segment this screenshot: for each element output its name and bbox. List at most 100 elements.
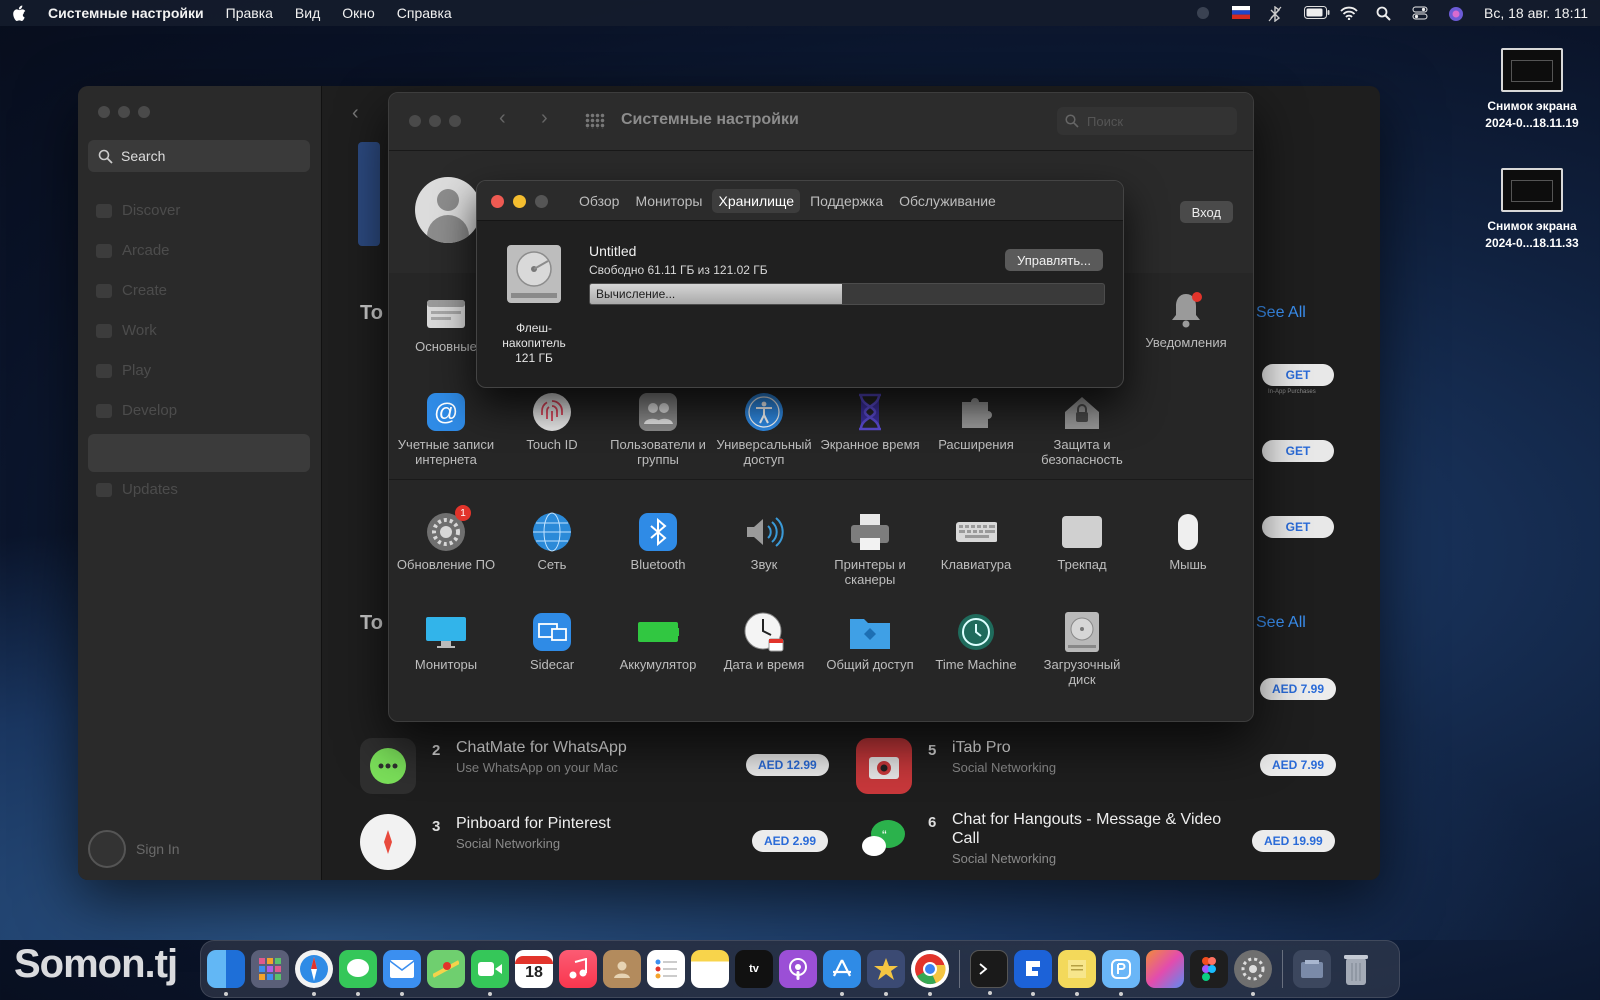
appstore-icon[interactable] [823, 950, 861, 996]
calendar-icon[interactable]: 18 [515, 950, 553, 988]
minimize-button[interactable] [429, 115, 441, 127]
downloads-icon[interactable] [1293, 950, 1331, 988]
messages-icon[interactable] [339, 950, 377, 996]
sidebar-item-categories[interactable] [88, 434, 310, 472]
login-button[interactable]: Вход [1179, 201, 1233, 223]
safari-icon[interactable] [295, 950, 333, 996]
tab-storage[interactable]: Хранилище [712, 189, 801, 213]
pref-trackpad[interactable]: Трекпад [1029, 511, 1135, 572]
sidebar-item-discover[interactable]: Discover [96, 202, 180, 219]
pref-screen-time[interactable]: Экранное время [817, 391, 923, 452]
zoom-button[interactable] [138, 106, 150, 118]
see-all-link[interactable]: See All [1256, 304, 1306, 322]
pref-printers[interactable]: Принтеры и сканеры [817, 511, 923, 587]
figma-icon[interactable] [1190, 950, 1228, 988]
price-button[interactable]: AED 2.99 [752, 830, 829, 852]
menu-view[interactable]: Вид [295, 5, 320, 21]
reeder-icon[interactable] [867, 950, 905, 996]
sidebar-item-create[interactable]: Create [96, 282, 167, 299]
pref-extensions[interactable]: Расширения [923, 391, 1029, 452]
menu-edit[interactable]: Правка [226, 5, 273, 21]
pref-mouse[interactable]: Мышь [1135, 511, 1241, 572]
finder-icon[interactable] [207, 950, 245, 996]
pref-bluetooth[interactable]: Bluetooth [605, 511, 711, 572]
stickies-icon[interactable] [1058, 950, 1096, 996]
siri-icon[interactable] [1448, 6, 1466, 21]
pref-notifications[interactable]: Уведомления [1133, 289, 1239, 350]
pref-sharing[interactable]: Общий доступ [817, 611, 923, 672]
spotlight-search-icon[interactable] [1376, 6, 1394, 21]
see-all-link[interactable]: See All [1256, 614, 1306, 632]
list-item[interactable]: “ 6 Chat for Hangouts - Message & Video … [856, 810, 1246, 866]
podcasts-icon[interactable] [779, 950, 817, 988]
zoom-button[interactable] [535, 195, 548, 208]
pref-date-time[interactable]: Дата и время [711, 611, 817, 672]
reminders-icon[interactable] [647, 950, 685, 988]
app-b-icon[interactable] [1102, 950, 1140, 996]
get-button[interactable]: GET [1262, 440, 1334, 462]
language-flag-icon[interactable] [1232, 6, 1251, 20]
pref-time-machine[interactable]: Time Machine [923, 611, 1029, 672]
back-chevron-icon[interactable]: ‹ [499, 107, 506, 130]
menu-clock[interactable]: Вс, 18 авг. 18:11 [1484, 5, 1588, 21]
syspref-icon[interactable] [1234, 950, 1272, 996]
music-icon[interactable] [559, 950, 597, 988]
bluetooth-off-icon[interactable] [1268, 5, 1286, 23]
launchpad-icon[interactable] [251, 950, 289, 988]
zoom-button[interactable] [449, 115, 461, 127]
terminal-icon[interactable] [970, 950, 1008, 995]
sidebar-item-work[interactable]: Work [96, 322, 157, 339]
pref-security[interactable]: Защита и безопасность [1029, 391, 1135, 467]
price-button[interactable]: AED 7.99 [1260, 754, 1337, 776]
sidebar-item-play[interactable]: Play [96, 362, 151, 379]
sign-in-button[interactable]: Sign In [88, 830, 180, 868]
sidebar-item-arcade[interactable]: Arcade [96, 242, 170, 259]
pref-startup-disk[interactable]: Загрузочный диск [1029, 611, 1135, 687]
close-button[interactable] [98, 106, 110, 118]
apple-menu-icon[interactable] [12, 4, 28, 22]
minimize-button[interactable] [513, 195, 526, 208]
back-chevron-icon[interactable]: ‹ [352, 102, 359, 125]
menu-help[interactable]: Справка [397, 5, 452, 21]
tab-overview[interactable]: Обзор [573, 189, 625, 213]
price-button[interactable]: AED 12.99 [746, 754, 829, 776]
contacts-icon[interactable] [603, 950, 641, 988]
trash-icon[interactable] [1337, 950, 1375, 988]
app-store-search-field[interactable]: Search [88, 140, 310, 172]
pref-users-groups[interactable]: Пользователи и группы [605, 391, 711, 467]
sidebar-item-develop[interactable]: Develop [96, 402, 177, 419]
price-button[interactable]: AED 19.99 [1252, 830, 1335, 852]
get-button[interactable]: GET [1262, 364, 1334, 386]
tab-support[interactable]: Поддержка [804, 189, 889, 213]
app-f-icon[interactable] [1014, 950, 1052, 996]
tab-displays[interactable]: Мониторы [629, 189, 708, 213]
control-center-icon[interactable] [1412, 6, 1430, 20]
sp-search-field[interactable]: Поиск [1057, 107, 1237, 135]
battery-icon[interactable] [1304, 6, 1330, 20]
user-avatar[interactable] [415, 177, 481, 243]
status-circle-icon[interactable] [1196, 6, 1214, 20]
notes-icon[interactable] [691, 950, 729, 988]
pref-touch-id[interactable]: Touch ID [499, 391, 605, 452]
pref-keyboard[interactable]: Клавиатура [923, 511, 1029, 572]
manage-button[interactable]: Управлять... [1005, 249, 1103, 271]
facetime-icon[interactable] [471, 950, 509, 996]
pref-battery[interactable]: Аккумулятор [605, 611, 711, 672]
show-all-grid-icon[interactable] [585, 113, 605, 129]
appletv-icon[interactable]: tv [735, 950, 773, 988]
chrome-icon[interactable] [911, 950, 949, 996]
featured-banner[interactable] [358, 142, 380, 246]
sidebar-item-updates[interactable]: Updates [96, 481, 178, 498]
pref-internet-accounts[interactable]: @ Учетные записи интернета [393, 391, 499, 467]
pages-icon[interactable] [1146, 950, 1184, 988]
pref-software-update[interactable]: 1 Обновление ПО [393, 505, 499, 572]
tab-service[interactable]: Обслуживание [893, 189, 1002, 213]
pref-displays[interactable]: Мониторы [393, 611, 499, 672]
close-button[interactable] [409, 115, 421, 127]
list-item[interactable]: 5 iTab Pro Social Networking [856, 738, 1236, 794]
close-button[interactable] [491, 195, 504, 208]
maps-icon[interactable] [427, 950, 465, 988]
minimize-button[interactable] [118, 106, 130, 118]
forward-chevron-icon[interactable]: › [541, 107, 548, 130]
mail-icon[interactable] [383, 950, 421, 996]
